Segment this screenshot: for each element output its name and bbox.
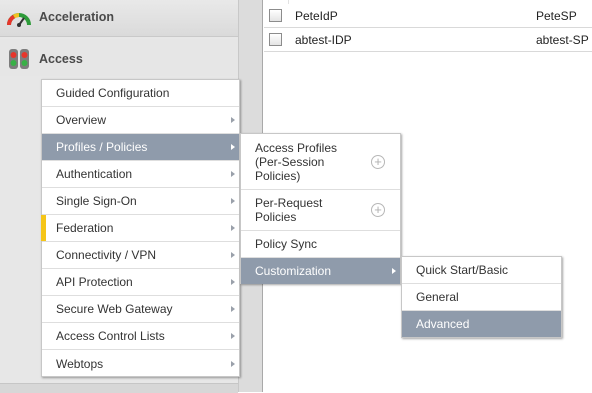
plus-circle-icon[interactable]: + — [371, 203, 385, 217]
idp-name-cell[interactable]: PeteIdP — [295, 9, 338, 23]
menu-item-label: Customization — [255, 264, 332, 278]
chevron-right-icon — [231, 306, 235, 312]
nav-section-access[interactable]: Access — [0, 39, 238, 76]
menu-item-profiles-policies[interactable]: Profiles / Policies — [42, 134, 239, 161]
chevron-right-icon — [231, 360, 235, 367]
menu-item-access-profiles[interactable]: Access Profiles (Per-Session Policies) + — [241, 134, 400, 190]
menu-item-per-request-policies[interactable]: Per-Request Policies + — [241, 190, 400, 231]
menu-item-label: Single Sign-On — [56, 194, 137, 208]
menu-item-label: Secure Web Gateway — [56, 302, 173, 316]
chevron-right-icon — [231, 225, 235, 231]
table-row[interactable]: abtest-IDP abtest-SP — [264, 28, 592, 52]
plus-circle-icon[interactable]: + — [371, 154, 385, 169]
row-checkbox[interactable] — [269, 33, 282, 46]
menu-item-label: Profiles / Policies — [56, 140, 148, 154]
chevron-right-icon — [231, 252, 235, 258]
menu-item-access-control-lists[interactable]: Access Control Lists — [42, 323, 239, 350]
menu-item-customization[interactable]: Customization — [241, 258, 400, 284]
menu-item-connectivity-vpn[interactable]: Connectivity / VPN — [42, 242, 239, 269]
sp-name-cell: abtest-SP — [536, 33, 589, 47]
chevron-right-icon — [231, 144, 235, 150]
menu-item-label: Overview — [56, 113, 107, 127]
menu-item-label: Quick Start/Basic — [416, 263, 509, 277]
menu-item-label: General — [416, 290, 459, 304]
menu-item-guided-configuration[interactable]: Guided Configuration — [42, 80, 239, 107]
menu-item-label: Federation — [56, 221, 114, 235]
menu-item-label: Advanced — [416, 317, 470, 331]
federation-table: PeteIdP PeteSP abtest-IDP abtest-SP — [264, 0, 592, 52]
chevron-right-icon — [231, 333, 235, 339]
menu-item-label: Per-Request Policies — [255, 196, 323, 224]
menu-item-secure-web-gateway[interactable]: Secure Web Gateway — [42, 296, 239, 323]
chevron-right-icon — [231, 117, 235, 123]
menu-item-label: Authentication — [56, 167, 133, 181]
menu-item-general[interactable]: General — [402, 284, 561, 311]
menu-item-quick-start-basic[interactable]: Quick Start/Basic — [402, 257, 561, 284]
customization-submenu: Quick Start/Basic General Advanced — [401, 256, 562, 338]
menu-item-federation[interactable]: Federation — [41, 215, 239, 242]
menu-item-overview[interactable]: Overview — [42, 107, 239, 134]
menu-item-api-protection[interactable]: API Protection — [42, 269, 239, 296]
chevron-right-icon — [231, 279, 235, 285]
menu-item-advanced[interactable]: Advanced — [402, 311, 561, 337]
menu-item-label: API Protection — [56, 275, 133, 289]
chevron-right-icon — [231, 171, 235, 177]
chevron-right-icon — [392, 268, 396, 274]
table-row[interactable]: PeteIdP PeteSP — [264, 4, 592, 28]
traffic-lights-icon — [9, 49, 29, 69]
menu-item-policy-sync[interactable]: Policy Sync — [241, 231, 400, 258]
nav-section-access-label: Access — [39, 52, 83, 66]
menu-item-label: Webtops — [56, 356, 104, 371]
menu-item-single-sign-on[interactable]: Single Sign-On — [42, 188, 239, 215]
sp-name-cell: PeteSP — [536, 9, 577, 23]
menu-item-label: Access Control Lists — [56, 329, 165, 343]
row-checkbox[interactable] — [269, 9, 282, 22]
menu-item-label: Guided Configuration — [56, 86, 170, 100]
menu-item-label: Policy Sync — [255, 237, 318, 251]
menu-item-webtops[interactable]: Webtops — [42, 350, 239, 377]
menu-item-authentication[interactable]: Authentication — [42, 161, 239, 188]
nav-section-acceleration[interactable]: Acceleration — [0, 0, 238, 37]
nav-section-acceleration-label: Acceleration — [39, 10, 115, 24]
idp-name-cell[interactable]: abtest-IDP — [295, 33, 352, 47]
gauge-icon — [7, 13, 31, 27]
chevron-right-icon — [231, 198, 235, 204]
menu-item-label: Access Profiles (Per-Session Policies) — [255, 140, 338, 183]
menu-item-label: Connectivity / VPN — [56, 248, 157, 262]
profiles-policies-submenu: Access Profiles (Per-Session Policies) +… — [240, 133, 401, 284]
access-menu: Guided Configuration Overview Profiles /… — [41, 79, 240, 377]
